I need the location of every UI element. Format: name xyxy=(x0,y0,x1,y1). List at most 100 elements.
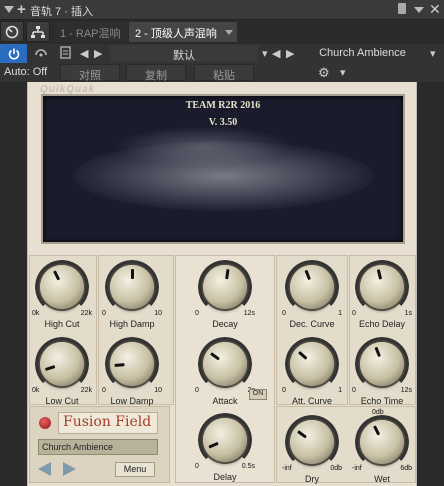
prev-preset-icon[interactable]: ◀ xyxy=(80,47,88,64)
preset-toolbar: ◀ ▶ 默认 ▾ ◀ ▶ Church Ambience ▾ xyxy=(0,44,444,63)
knob-label: Decay xyxy=(212,319,238,329)
knob-wet[interactable]: -inf 6db Wet xyxy=(352,415,412,484)
knob-dry[interactable]: -inf 0db Dry xyxy=(282,415,342,484)
knob-dial[interactable] xyxy=(198,413,252,467)
knob-dial[interactable] xyxy=(285,415,339,469)
knob-label: Echo Delay xyxy=(358,319,406,329)
knob-dial[interactable] xyxy=(35,260,89,314)
knob-min-label: 0 xyxy=(195,463,199,470)
knob-label: Delay xyxy=(213,472,237,482)
gear-icon[interactable]: ⚙ xyxy=(318,65,330,82)
chevron-down-icon[interactable]: ▾ xyxy=(262,47,268,64)
knob-dial[interactable] xyxy=(355,337,409,391)
knob-min-label: 0 xyxy=(195,387,199,394)
knob-label: Low Cut xyxy=(45,396,79,406)
knob-max-label: 1 xyxy=(338,310,342,317)
knob-high-damp[interactable]: 0 10 High Damp xyxy=(102,260,162,329)
knob-min-label: 0k xyxy=(32,310,40,317)
preset-dropdown[interactable]: 默认 xyxy=(110,45,258,62)
next-preset-icon[interactable]: ▶ xyxy=(94,47,102,64)
pin-icon[interactable] xyxy=(398,3,406,14)
compare-button[interactable]: 对照 xyxy=(60,64,120,82)
tab-rap-reverb[interactable]: 1 - RAP混响 xyxy=(54,22,128,42)
knob-dial[interactable] xyxy=(105,337,159,391)
wet-top-label: 0db xyxy=(372,409,384,416)
chevron-down-icon[interactable] xyxy=(225,30,233,35)
routing-button[interactable] xyxy=(26,21,50,42)
bypass-toggle-button[interactable] xyxy=(0,21,24,42)
knob-label: Att. Curve xyxy=(291,396,332,406)
knob-min-label: -inf xyxy=(282,465,292,472)
knob-label: Dec. Curve xyxy=(289,319,335,329)
knob-pointer xyxy=(131,269,134,279)
circle-slash-icon xyxy=(5,25,19,38)
knob-att-curve[interactable]: 0 1 Att. Curve xyxy=(282,337,342,406)
knob-label: Dry xyxy=(305,474,319,484)
tab-vocal-reverb-label: 2 - 顶级人声混响 xyxy=(135,28,217,40)
fusion-field-logo: Fusion Field xyxy=(58,412,158,434)
tab-vocal-reverb[interactable]: 2 - 顶级人声混响 xyxy=(129,22,237,42)
routing-icon xyxy=(31,25,45,38)
knob-low-damp[interactable]: 0 10 Low Damp xyxy=(102,337,162,406)
knob-label: High Cut xyxy=(44,319,80,329)
knob-max-label: 22k xyxy=(80,310,92,317)
knob-max-label: 1s xyxy=(404,310,412,317)
knob-label: Low Damp xyxy=(110,396,154,406)
knob-min-label: 0 xyxy=(282,387,286,394)
knob-echo-time[interactable]: 0 12s Echo Time xyxy=(352,337,412,406)
add-icon[interactable]: + xyxy=(17,1,26,18)
knob-min-label: 0 xyxy=(352,387,356,394)
window-menu-icon[interactable] xyxy=(414,7,424,13)
knob-echo-delay[interactable]: 0 1s Echo Delay xyxy=(352,260,412,329)
knob-dial[interactable] xyxy=(355,415,409,469)
factory-preset-dropdown[interactable]: Church Ambience xyxy=(300,45,425,62)
knob-max-label: 6db xyxy=(400,465,412,472)
fusion-field-panel: Fusion Field Church Ambience Menu xyxy=(29,406,170,483)
knob-dec-curve[interactable]: 0 1 Dec. Curve xyxy=(282,260,342,329)
knob-decay[interactable]: 0 12s Decay xyxy=(195,260,255,329)
knob-dial[interactable] xyxy=(105,260,159,314)
knob-dial[interactable] xyxy=(285,260,339,314)
knob-dial[interactable] xyxy=(198,337,252,391)
knob-label: Echo Time xyxy=(360,396,404,406)
knob-attack[interactable]: 02sAttack xyxy=(195,337,255,406)
on-button[interactable]: ON xyxy=(249,389,267,400)
next-arrow-icon[interactable] xyxy=(63,462,76,476)
knob-max-label: 10 xyxy=(154,310,162,317)
close-icon[interactable]: ✕ xyxy=(429,1,441,18)
knob-label: Attack xyxy=(212,396,238,406)
plugin-panel: QuikQuak TEAM R2R 2016 V. 3.50 0k 22k High… xyxy=(27,82,417,486)
prev-factory-preset-icon[interactable]: ◀ xyxy=(272,47,280,64)
knob-label: High Damp xyxy=(109,319,155,329)
led-indicator[interactable] xyxy=(39,417,51,429)
automation-status[interactable]: Auto: Off xyxy=(4,66,47,78)
knob-dial[interactable] xyxy=(198,260,252,314)
preset-name-field[interactable]: Church Ambience xyxy=(38,439,158,455)
knob-low-cut[interactable]: 0k 22k Low Cut xyxy=(32,337,92,406)
knob-delay[interactable]: 0 0.5s Delay xyxy=(195,413,255,482)
action-toolbar: Auto: Off 对照 复制 粘贴 ⚙ ▾ xyxy=(0,63,444,82)
power-button[interactable] xyxy=(0,44,27,63)
knob-min-label: -inf xyxy=(352,465,362,472)
knob-dial[interactable] xyxy=(355,260,409,314)
chevron-down-icon[interactable]: ▾ xyxy=(340,66,346,83)
automation-button[interactable] xyxy=(34,45,48,62)
automation-arc-icon xyxy=(35,49,47,57)
chevron-down-icon[interactable]: ▾ xyxy=(430,47,436,64)
prev-arrow-icon[interactable] xyxy=(38,462,51,476)
paste-button[interactable]: 粘贴 xyxy=(194,64,254,82)
display-line-2: V. 3.50 xyxy=(208,117,238,128)
knob-max-label: 12s xyxy=(400,387,412,394)
knob-min-label: 0 xyxy=(102,310,106,317)
knob-dial[interactable] xyxy=(285,337,339,391)
knob-max-label: 1 xyxy=(338,387,342,394)
knob-high-cut[interactable]: 0k 22k High Cut xyxy=(32,260,92,329)
menu-button[interactable]: Menu xyxy=(115,462,155,477)
copy-button[interactable]: 复制 xyxy=(126,64,186,82)
knob-dial[interactable] xyxy=(35,337,89,391)
next-factory-preset-icon[interactable]: ▶ xyxy=(286,47,294,64)
knob-max-label: 12s xyxy=(243,310,255,317)
collapse-triangle-icon[interactable] xyxy=(4,6,14,13)
display-line-1: TEAM R2R 2016 xyxy=(185,100,261,111)
save-preset-button[interactable] xyxy=(60,46,71,63)
